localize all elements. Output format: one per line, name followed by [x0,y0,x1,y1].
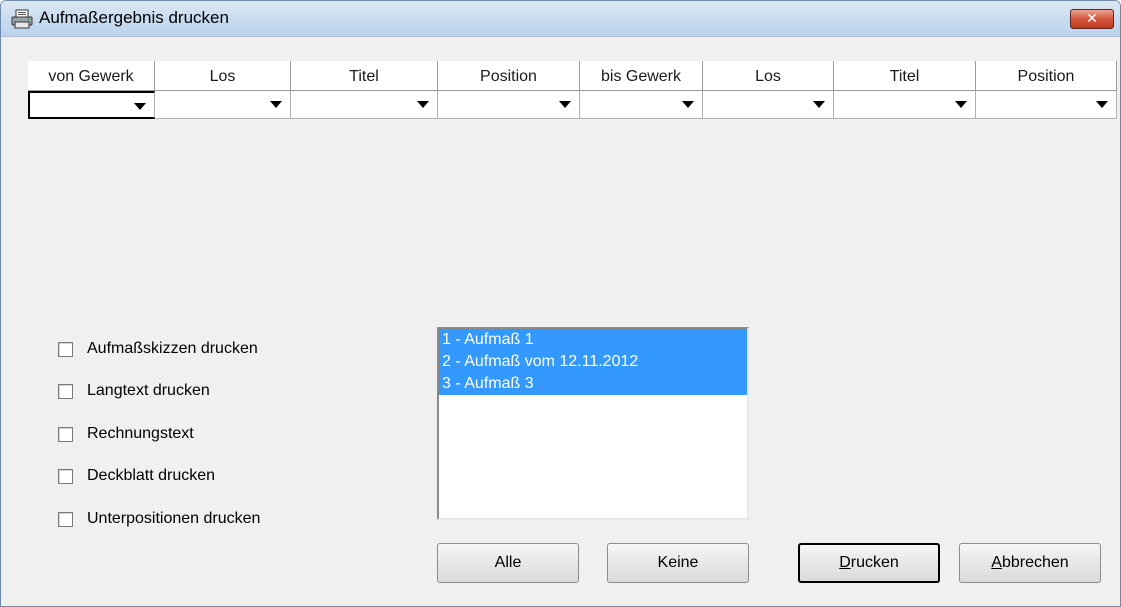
close-button[interactable]: ✕ [1070,9,1114,29]
col-header-bis-gewerk[interactable]: bis Gewerk [580,61,703,91]
bis-gewerk-combo[interactable] [580,91,703,119]
col-header-position-von[interactable]: Position [438,61,580,91]
los-bis-combo[interactable] [703,91,834,119]
chevron-down-icon[interactable] [270,101,282,108]
col-header-position-bis[interactable]: Position [976,61,1117,91]
chevron-down-icon[interactable] [813,101,825,108]
print-label: Drucken [839,554,899,572]
select-none-button[interactable]: Keine [607,543,749,583]
window-title: Aufmaßergebnis drucken [39,8,229,27]
printer-icon [11,9,33,29]
close-icon: ✕ [1086,11,1098,27]
chevron-down-icon[interactable] [559,101,571,108]
skizzen-checkbox[interactable] [58,341,73,357]
print-mnemonic: D [839,554,851,571]
position-bis-combo[interactable] [976,91,1117,119]
select-none-label: Keine [657,554,699,571]
cancel-label: Abbrechen [991,554,1068,572]
deckblatt-checkbox[interactable] [58,468,73,484]
list-item[interactable]: 2 - Aufmaß vom 12.11.2012 [439,351,747,373]
select-all-label: Alle [494,554,522,571]
list-item[interactable]: 3 - Aufmaß 3 [439,373,747,395]
option-skizzen[interactable]: Aufmaßskizzen drucken [58,338,258,360]
cancel-mnemonic: A [991,554,1002,571]
chevron-down-icon[interactable] [417,101,429,108]
option-langtext[interactable]: Langtext drucken [58,380,210,402]
print-label-rest: rucken [850,554,899,571]
position-von-combo[interactable] [438,91,580,119]
langtext-checkbox[interactable] [58,383,73,399]
range-combo-row [28,91,1117,119]
print-button[interactable]: Drucken [798,543,940,583]
col-header-von-gewerk[interactable]: von Gewerk [28,61,155,91]
chevron-down-icon[interactable] [134,103,146,110]
range-column-headers: von Gewerk Los Titel Position bis Gewerk… [28,61,1117,91]
von-gewerk-combo[interactable] [28,91,155,119]
titel-von-combo[interactable] [291,91,438,119]
unterpositionen-label[interactable]: Unterpositionen drucken [87,510,260,528]
option-rechnungstext[interactable]: Rechnungstext [58,423,194,445]
select-all-button[interactable]: Alle [437,543,579,583]
option-unterpositionen[interactable]: Unterpositionen drucken [58,508,260,530]
chevron-down-icon[interactable] [955,101,967,108]
langtext-label[interactable]: Langtext drucken [87,382,210,400]
print-dialog-window: Aufmaßergebnis drucken ✕ von Gewerk Los … [0,0,1121,607]
col-header-titel-bis[interactable]: Titel [834,61,976,91]
deckblatt-label[interactable]: Deckblatt drucken [87,467,215,485]
rechnungstext-checkbox[interactable] [58,426,73,442]
title-bar[interactable]: Aufmaßergebnis drucken ✕ [1,1,1120,37]
cancel-button[interactable]: Abbrechen [959,543,1101,583]
chevron-down-icon[interactable] [1096,101,1108,108]
titel-bis-combo[interactable] [834,91,976,119]
chevron-down-icon[interactable] [682,101,694,108]
los-von-combo[interactable] [155,91,291,119]
cancel-label-rest: bbrechen [1001,554,1069,571]
col-header-los-von[interactable]: Los [155,61,291,91]
option-deckblatt[interactable]: Deckblatt drucken [58,465,215,487]
list-item[interactable]: 1 - Aufmaß 1 [439,329,747,351]
skizzen-label[interactable]: Aufmaßskizzen drucken [87,340,258,358]
unterpositionen-checkbox[interactable] [58,511,73,527]
col-header-los-bis[interactable]: Los [703,61,834,91]
rechnungstext-label[interactable]: Rechnungstext [87,425,194,443]
aufmass-listbox[interactable]: 1 - Aufmaß 1 2 - Aufmaß vom 12.11.2012 3… [437,327,749,520]
col-header-titel-von[interactable]: Titel [291,61,438,91]
